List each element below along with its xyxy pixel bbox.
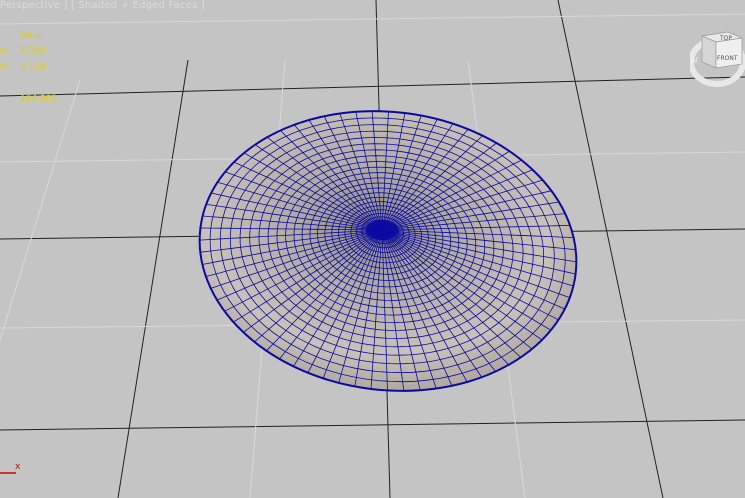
grid-line (0, 419, 745, 431)
viewport-label[interactable]: Perspective ] [ Shaded + Edged Faces ] (0, 0, 205, 11)
verts-key: s: (0, 62, 8, 72)
grid-line (0, 13, 745, 25)
perspective-viewport[interactable]: Perspective ] [ Shaded + Edged Faces ] T… (0, 0, 745, 498)
dish-mesh[interactable] (183, 90, 592, 412)
viewcube-front-label[interactable]: FRONT (717, 55, 738, 62)
grid-line (0, 79, 81, 341)
verts-value: 4,109 (20, 62, 46, 72)
viewcube[interactable]: TOP FRONT W (688, 28, 745, 94)
axis-tripod-x: x (0, 462, 20, 474)
grid-line (0, 76, 745, 97)
viewport-scene[interactable] (0, 0, 745, 498)
polys-value: 6,300 (20, 46, 46, 56)
mesh-pole (366, 220, 398, 240)
stats-title: Total (20, 31, 42, 41)
grid-line (117, 59, 189, 498)
viewcube-compass-w[interactable]: W (690, 56, 698, 65)
axis-x-icon (0, 472, 16, 474)
viewcube-top-label[interactable]: TOP (720, 35, 732, 42)
polys-key: s: (0, 46, 8, 56)
fps-value: 164.903 (20, 94, 58, 104)
